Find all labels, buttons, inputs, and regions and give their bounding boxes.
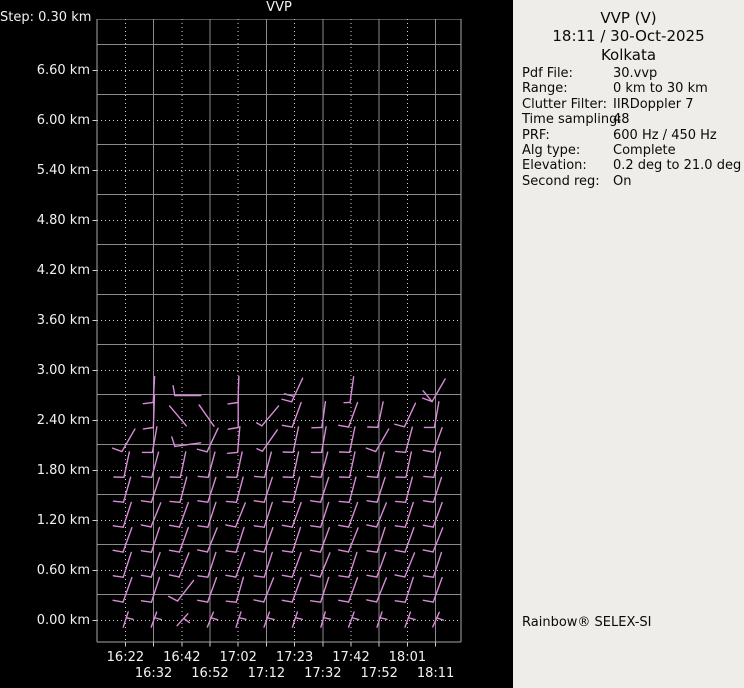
info-label: Alg type: (522, 142, 581, 158)
info-row: PRF: 600 Hz / 450 Hz (513, 128, 744, 143)
info-label: Elevation: (522, 158, 587, 174)
wind-barbs (111, 375, 446, 628)
x-axis-label: 17:12 (247, 666, 286, 681)
y-axis-label: 1.20 km (36, 512, 90, 528)
info-label: Pdf File: (522, 66, 573, 81)
panel-title: VVP (V) (600, 9, 657, 27)
x-axis-label: 16:52 (191, 666, 229, 681)
x-axis-label: 17:32 (304, 666, 342, 681)
info-label: Clutter Filter: (522, 96, 607, 112)
step-label: Step: 0.30 km (0, 10, 92, 25)
x-axis-label: 18:01 (388, 650, 427, 665)
x-axis-label: 17:52 (360, 666, 398, 681)
y-axis-label: 0.60 km (36, 562, 90, 578)
y-axis-label: 3.60 km (36, 312, 90, 328)
vvp-chart-area: VVP Step: 0.30 km 6.60 km 6.00 km 5.40 km 4… (0, 0, 513, 688)
info-row: Elevation: 0.2 deg to 21.0 deg (513, 158, 744, 173)
plot-svg (92, 18, 462, 647)
info-label: Range: (522, 81, 568, 97)
x-axis-label: 17:23 (275, 650, 314, 665)
info-value: 0.2 deg to 21.0 deg (613, 158, 742, 174)
info-row: Time sampling: 48 (513, 112, 744, 127)
info-label: Second reg: (522, 173, 600, 189)
x-axis-label: 17:02 (219, 650, 257, 665)
info-value: Complete (613, 142, 676, 158)
info-label: Time sampling: (522, 112, 622, 128)
y-axis-label: 6.60 km (36, 62, 90, 78)
y-axis-label: 0.00 km (36, 612, 90, 628)
brand-label: Rainbow® SELEX-SI (522, 615, 652, 630)
y-axis-label: 2.40 km (36, 412, 90, 428)
info-list: Pdf File: 30.vvp Range: 0 km to 30 km Clutte… (513, 66, 744, 189)
info-label: PRF: (522, 127, 550, 143)
info-row: Range: 0 km to 30 km (513, 81, 744, 96)
info-value: 48 (613, 112, 630, 128)
info-value: 600 Hz / 450 Hz (613, 127, 717, 143)
info-row: Pdf File: 30.vvp (513, 66, 744, 81)
panel-datetime: 18:11 / 30-Oct-2025 (552, 27, 705, 45)
info-value: IIRDoppler 7 (613, 96, 694, 112)
y-axis-label: 4.20 km (36, 262, 90, 278)
chart-title: VVP (266, 0, 292, 15)
y-axis-label: 1.80 km (36, 462, 90, 478)
x-axis-label: 16:42 (163, 650, 201, 665)
x-axis-label: 16:32 (134, 666, 173, 681)
y-axis-label: 5.40 km (36, 162, 90, 178)
y-axis-label: 4.80 km (36, 212, 90, 228)
info-value: On (613, 173, 632, 189)
info-value: 30.vvp (613, 66, 658, 81)
y-axis-label: 3.00 km (36, 362, 90, 378)
info-row: Alg type: Complete (513, 143, 744, 158)
panel-site: Kolkata (600, 46, 657, 64)
info-value: 0 km to 30 km (613, 81, 708, 97)
x-axis-label: 16:22 (106, 650, 145, 665)
x-axis-label: 18:11 (416, 666, 455, 681)
info-panel: VVP (V) 18:11 / 30-Oct-2025 Kolkata Pdf … (513, 0, 744, 688)
x-axis-label: 17:42 (332, 650, 370, 665)
y-axis-label: 6.00 km (36, 112, 90, 128)
info-row: Second reg: On (513, 174, 744, 189)
info-row: Clutter Filter: IIRDoppler 7 (513, 97, 744, 112)
vvp-plot (90, 18, 466, 655)
